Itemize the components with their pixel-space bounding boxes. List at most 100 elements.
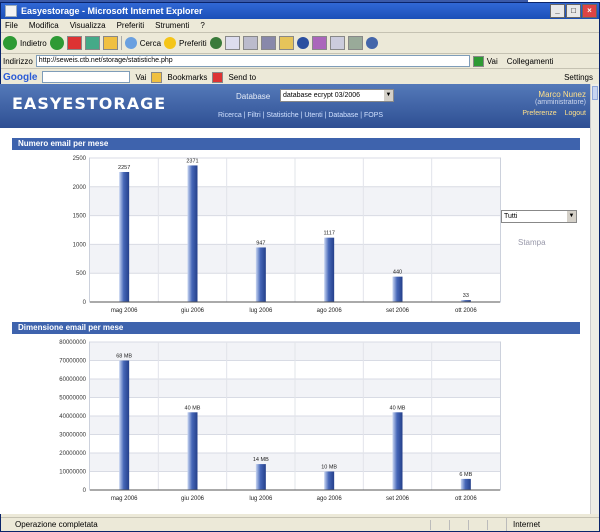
database-select[interactable]: database ecrypt 03/2006 ▼ bbox=[280, 89, 394, 102]
google-go-button[interactable]: Vai bbox=[135, 73, 146, 82]
y-tick-label: 1500 bbox=[73, 214, 87, 220]
database-label: Database bbox=[236, 92, 271, 101]
back-arrow-icon[interactable] bbox=[3, 36, 17, 50]
status-cells bbox=[430, 520, 506, 530]
x-tick-label: mag 2006 bbox=[111, 308, 138, 314]
status-cell bbox=[468, 520, 487, 530]
menu-tools[interactable]: Strumenti bbox=[155, 19, 189, 32]
x-tick-label: ott 2006 bbox=[455, 308, 477, 314]
x-tick-label: giu 2006 bbox=[181, 308, 205, 314]
toolbar-separator bbox=[120, 36, 122, 50]
address-bar: Indirizzo http://seweis.ctb.net/storage/… bbox=[1, 54, 599, 69]
discuss-icon[interactable] bbox=[329, 36, 345, 50]
folder-icon[interactable] bbox=[278, 36, 294, 50]
maximize-button[interactable]: □ bbox=[566, 4, 581, 18]
y-tick-label: 2500 bbox=[73, 156, 87, 162]
bookmarks-button[interactable]: Bookmarks bbox=[167, 73, 207, 82]
menu-edit[interactable]: Modifica bbox=[29, 19, 59, 32]
menu-file[interactable]: File bbox=[5, 19, 18, 32]
favorites-star-icon[interactable] bbox=[164, 37, 177, 49]
favorites-button[interactable]: Preferiti bbox=[179, 39, 207, 48]
filter-select-value: Tutti bbox=[504, 213, 518, 220]
page-content: EASYESTORAGE Database database ecrypt 03… bbox=[0, 84, 590, 514]
y-tick-label: 10000000 bbox=[59, 470, 86, 476]
edit-icon[interactable] bbox=[260, 36, 276, 50]
bar bbox=[392, 412, 403, 490]
go-arrow-icon[interactable] bbox=[472, 55, 484, 67]
search-button[interactable]: Cerca bbox=[140, 39, 161, 48]
refresh-icon[interactable] bbox=[84, 36, 100, 50]
bar bbox=[255, 464, 266, 490]
data-label: 947 bbox=[256, 240, 265, 246]
minimize-button[interactable]: _ bbox=[550, 4, 565, 18]
x-tick-label: set 2006 bbox=[386, 308, 410, 314]
chevron-down-icon: ▼ bbox=[567, 211, 576, 222]
google-logo[interactable]: Google bbox=[3, 72, 37, 83]
preferences-link[interactable]: Preferenze bbox=[522, 110, 556, 117]
search-icon[interactable] bbox=[124, 37, 137, 49]
menu-help[interactable]: ? bbox=[200, 19, 204, 32]
vertical-scrollbar[interactable] bbox=[590, 84, 599, 514]
y-tick-label: 0 bbox=[83, 488, 87, 494]
user-role: (amministratore) bbox=[535, 99, 586, 106]
address-input[interactable]: http://seweis.ctb.net/storage/statistich… bbox=[35, 55, 470, 67]
mail-icon[interactable] bbox=[224, 36, 240, 50]
scrollbar-thumb[interactable] bbox=[592, 86, 598, 100]
status-cell bbox=[449, 520, 468, 530]
y-tick-label: 80000000 bbox=[59, 340, 86, 346]
y-tick-label: 1000 bbox=[73, 242, 87, 248]
research-icon[interactable] bbox=[311, 36, 327, 50]
print-icon[interactable] bbox=[242, 36, 258, 50]
menu-bar: File Modifica Visualizza Preferiti Strum… bbox=[1, 19, 599, 33]
menu-view[interactable]: Visualizza bbox=[70, 19, 106, 32]
x-tick-label: giu 2006 bbox=[181, 496, 205, 502]
tools-icon[interactable] bbox=[347, 36, 363, 50]
data-label: 10 MB bbox=[321, 465, 337, 471]
logout-link[interactable]: Logout bbox=[565, 110, 586, 117]
email-count-chart: 0 500 1000 1500 2000 2500 2257 mag 2006 2371 giu … bbox=[73, 156, 501, 314]
y-tick-label: 40000000 bbox=[59, 414, 86, 420]
x-tick-label: lug 2006 bbox=[249, 496, 273, 502]
google-search-input[interactable] bbox=[42, 71, 131, 83]
send-to-button[interactable]: Send to bbox=[228, 73, 256, 82]
bar bbox=[324, 237, 335, 302]
close-button[interactable]: × bbox=[582, 4, 597, 18]
x-tick-label: ago 2006 bbox=[317, 496, 343, 502]
print-button[interactable]: Stampa bbox=[518, 238, 546, 247]
y-tick-label: 70000000 bbox=[59, 359, 86, 365]
y-tick-label: 0 bbox=[83, 300, 87, 306]
window-title: Easyestorage - Microsoft Internet Explor… bbox=[21, 6, 203, 16]
menu-favorites[interactable]: Preferiti bbox=[117, 19, 145, 32]
messenger-icon[interactable] bbox=[296, 37, 309, 49]
y-tick-label: 500 bbox=[76, 271, 87, 277]
bar bbox=[187, 165, 198, 302]
x-tick-label: ago 2006 bbox=[317, 308, 343, 314]
send-arrow-icon[interactable] bbox=[212, 71, 224, 83]
address-label: Indirizzo bbox=[3, 56, 33, 66]
history-icon[interactable] bbox=[209, 37, 222, 49]
stop-icon[interactable] bbox=[66, 36, 82, 50]
data-label: 1117 bbox=[323, 231, 334, 237]
status-cell bbox=[430, 520, 449, 530]
links-button[interactable]: Collegamenti bbox=[507, 57, 554, 66]
y-tick-label: 30000000 bbox=[59, 433, 86, 439]
nav-links[interactable]: Ricerca | Filtri | Statistiche | Utenti … bbox=[218, 112, 383, 119]
bar bbox=[392, 276, 403, 302]
x-tick-label: mag 2006 bbox=[111, 496, 138, 502]
user-panel: Marco Nunez (amministratore) Preferenze … bbox=[522, 90, 586, 117]
standard-toolbar: Indietro Cerca Preferiti bbox=[1, 33, 599, 54]
extension-icon[interactable] bbox=[365, 37, 378, 49]
filter-select[interactable]: Tutti ▼ bbox=[501, 210, 577, 223]
x-tick-label: lug 2006 bbox=[249, 308, 273, 314]
data-label: 6 MB bbox=[459, 472, 472, 478]
bar bbox=[255, 247, 266, 302]
forward-arrow-icon[interactable] bbox=[49, 36, 64, 50]
app-logo[interactable]: EASYESTORAGE bbox=[12, 94, 166, 113]
home-icon[interactable] bbox=[102, 36, 118, 50]
y-tick-label: 20000000 bbox=[59, 451, 86, 457]
bookmark-star-icon[interactable] bbox=[151, 71, 163, 83]
go-button[interactable]: Vai bbox=[487, 57, 498, 66]
x-tick-label: ott 2006 bbox=[455, 496, 477, 502]
settings-button[interactable]: Settings bbox=[564, 73, 593, 82]
back-button[interactable]: Indietro bbox=[20, 39, 47, 48]
